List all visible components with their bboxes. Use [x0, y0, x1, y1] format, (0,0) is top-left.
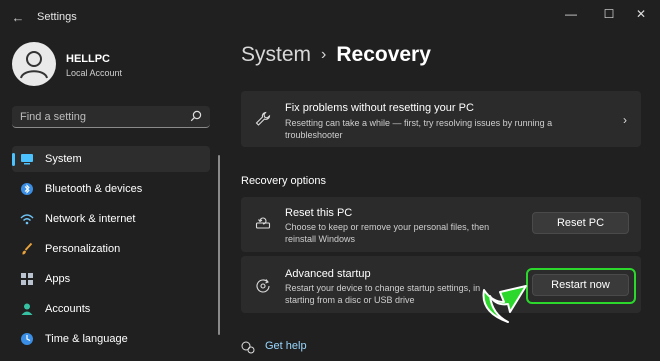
sidebar-item-system[interactable]: System — [12, 146, 210, 172]
fix-problems-card[interactable]: Fix problems without resetting your PC R… — [241, 91, 641, 147]
reset-pc-description: Choose to keep or remove your personal f… — [285, 222, 490, 244]
sidebar-item-label: Accounts — [45, 303, 91, 315]
search-icon[interactable] — [190, 110, 202, 122]
sidebar-item-label: System — [45, 153, 82, 165]
pointer-arrow-icon — [482, 285, 527, 323]
reset-pc-card: Reset this PC Choose to keep or remove y… — [241, 197, 641, 252]
sidebar-scrollbar[interactable] — [218, 155, 220, 335]
sidebar-item-personalization[interactable]: Personalization — [12, 236, 210, 262]
back-arrow-icon[interactable]: ← — [10, 10, 26, 26]
reset-pc-button[interactable]: Reset PC — [532, 212, 629, 234]
search-input[interactable]: Find a setting — [12, 106, 210, 128]
apps-icon — [21, 273, 33, 285]
get-help-link[interactable]: Get help — [265, 340, 307, 352]
sidebar-item-label: Personalization — [45, 243, 121, 255]
minimize-button[interactable]: — — [556, 4, 586, 24]
chevron-right-icon: › — [623, 113, 627, 127]
sidebar-item-label: Bluetooth & devices — [45, 183, 143, 195]
title-bar: ← Settings — ☐ ✕ — [0, 0, 660, 36]
breadcrumb: System › Recovery — [241, 43, 431, 67]
person-icon — [20, 51, 48, 79]
advanced-startup-description: Restart your device to change startup se… — [285, 283, 481, 305]
reset-pc-title: Reset this PC — [285, 207, 353, 219]
breadcrumb-parent[interactable]: System — [241, 43, 311, 66]
sidebar-item-label: Apps — [45, 273, 71, 285]
close-button[interactable]: ✕ — [626, 4, 656, 24]
brush-icon — [22, 242, 33, 255]
sidebar-item-bluetooth[interactable]: Bluetooth & devices — [12, 176, 210, 202]
active-indicator — [12, 153, 15, 166]
account-type: Local Account — [66, 68, 123, 78]
sidebar-item-accounts[interactable]: Accounts — [12, 296, 210, 322]
monitor-icon — [21, 154, 33, 165]
wrench-icon — [255, 111, 271, 126]
advanced-startup-title: Advanced startup — [285, 268, 371, 280]
settings-window: ← Settings — ☐ ✕ HELLPC Local Account Fi… — [0, 0, 660, 361]
search-placeholder: Find a setting — [20, 111, 87, 123]
breadcrumb-separator: › — [321, 46, 327, 63]
help-icon — [241, 341, 255, 354]
maximize-button[interactable]: ☐ — [594, 4, 624, 24]
bluetooth-icon — [21, 183, 33, 195]
page-title: Recovery — [336, 43, 431, 66]
globe-clock-icon — [21, 333, 33, 345]
user-name: HELLPC — [66, 53, 110, 65]
highlight-outline — [526, 268, 636, 304]
advanced-startup-icon — [256, 279, 270, 293]
sidebar-item-apps[interactable]: Apps — [12, 266, 210, 292]
reset-pc-icon — [255, 217, 271, 229]
avatar[interactable] — [12, 42, 56, 86]
person-icon — [21, 303, 33, 315]
section-title: Recovery options — [241, 175, 326, 187]
wifi-icon — [20, 214, 34, 225]
fix-problems-title: Fix problems without resetting your PC — [285, 102, 474, 114]
sidebar-item-time-language[interactable]: Time & language — [12, 326, 210, 352]
app-title: Settings — [37, 11, 77, 23]
sidebar-item-label: Network & internet — [45, 213, 136, 225]
sidebar-item-network[interactable]: Network & internet — [12, 206, 210, 232]
fix-problems-description: Resetting can take a while — first, try … — [285, 118, 553, 140]
sidebar-item-label: Time & language — [45, 333, 128, 345]
